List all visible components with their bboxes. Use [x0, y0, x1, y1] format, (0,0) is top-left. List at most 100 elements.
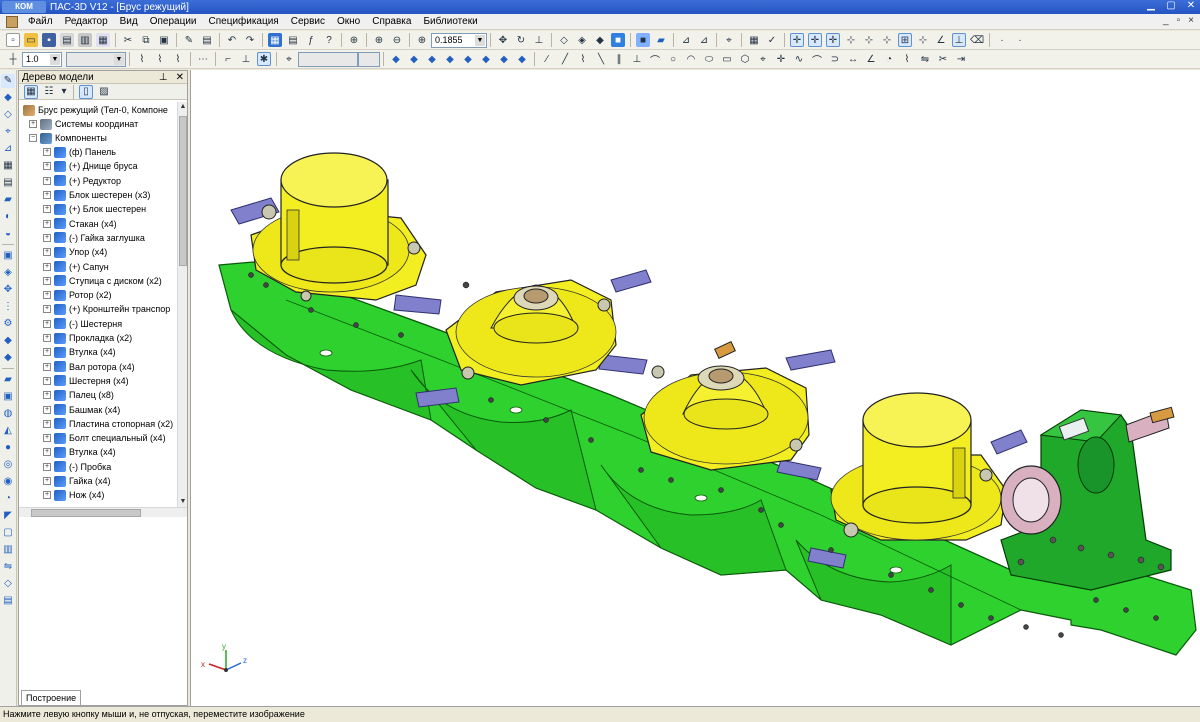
- panel-spec-icon[interactable]: ▦: [1, 159, 15, 173]
- spline-icon[interactable]: ∿: [792, 52, 806, 66]
- snap-toggle-icon[interactable]: ✱: [257, 52, 271, 66]
- tree-item[interactable]: + (-) Пробка: [43, 460, 111, 474]
- snap-mid-icon[interactable]: ✛: [808, 33, 822, 47]
- expand-icon[interactable]: +: [29, 120, 37, 129]
- snap-edge-icon[interactable]: ⊹: [844, 33, 858, 47]
- rotate-icon[interactable]: ↻: [514, 33, 528, 47]
- line-scale-combo[interactable]: 1.0 ▼: [22, 51, 62, 67]
- tangent-icon[interactable]: ⌒: [648, 52, 662, 67]
- snap-center-icon[interactable]: ✛: [826, 33, 840, 47]
- mdi-restore-icon[interactable]: ▫: [1177, 15, 1181, 26]
- variables-icon[interactable]: ▤: [286, 33, 300, 47]
- orientation-icon[interactable]: ⊥: [532, 33, 546, 47]
- tree-item[interactable]: + Гайка (x4): [43, 474, 111, 488]
- section6-icon[interactable]: ◆: [479, 52, 493, 66]
- scroll-up-icon[interactable]: ▲: [178, 102, 188, 112]
- ellipse-icon[interactable]: ⬭: [702, 52, 716, 66]
- zoom-icon[interactable]: ⊕: [415, 33, 429, 47]
- thin-lines-icon[interactable]: ◆: [593, 33, 607, 47]
- expand-icon[interactable]: +: [43, 276, 51, 285]
- expand-icon[interactable]: +: [43, 191, 51, 200]
- panel-aux-icon[interactable]: ◇: [1, 108, 15, 122]
- contour-icon[interactable]: ⌒: [810, 52, 824, 67]
- panel-surface-icon[interactable]: ◐: [1, 210, 15, 224]
- eraser-icon[interactable]: ⌫: [970, 33, 984, 47]
- line-tool-icon[interactable]: ∕: [540, 52, 554, 66]
- filter-icon[interactable]: ⊿: [679, 33, 693, 47]
- expand-icon[interactable]: +: [43, 334, 51, 343]
- tree-root[interactable]: Брус режущий (Тел-0, Компоне: [23, 103, 168, 117]
- menu-libraries[interactable]: Библиотеки: [417, 16, 483, 27]
- scroll-thumb[interactable]: [179, 116, 187, 266]
- tree-item[interactable]: + Прокладка (x2): [43, 331, 132, 345]
- panel-sphere-icon[interactable]: ●: [1, 441, 15, 455]
- tree-item-coord-systems[interactable]: + Системы координат: [29, 117, 138, 131]
- snap-normal-icon[interactable]: ⊥: [952, 33, 966, 47]
- expand-icon[interactable]: +: [43, 162, 51, 171]
- section7-icon[interactable]: ◆: [497, 52, 511, 66]
- expand-icon[interactable]: +: [43, 305, 51, 314]
- aux-line-icon[interactable]: ╲: [594, 52, 608, 66]
- perspective-icon[interactable]: ▰: [654, 33, 668, 47]
- mirror-icon[interactable]: ⇋: [918, 52, 932, 66]
- expand-icon[interactable]: +: [43, 448, 51, 457]
- expand-icon[interactable]: +: [43, 376, 51, 385]
- section-icon[interactable]: ◆: [389, 52, 403, 66]
- panel-standard-icon[interactable]: ⚙: [1, 317, 15, 331]
- tree-item[interactable]: + (+) Сапун: [43, 259, 109, 273]
- local-cs-icon[interactable]: ⌐: [221, 52, 235, 66]
- new-file-icon[interactable]: ▫: [6, 33, 20, 47]
- tree-item[interactable]: + Втулка (x4): [43, 445, 116, 459]
- polyline-tool-icon[interactable]: ⌇: [576, 52, 590, 66]
- panel-mirror-icon[interactable]: ⇋: [1, 560, 15, 574]
- panel-chamfer-icon[interactable]: ◤: [1, 509, 15, 523]
- measure-icon[interactable]: ⌖: [722, 33, 736, 47]
- snap-grid-icon[interactable]: ⊞: [898, 33, 912, 47]
- snap-vertex-icon[interactable]: ⊹: [862, 33, 876, 47]
- menu-file[interactable]: Файл: [22, 16, 59, 27]
- panel-measure-icon[interactable]: ⌖: [1, 125, 15, 139]
- mdi-minimize-icon[interactable]: _: [1163, 15, 1169, 26]
- point-icon[interactable]: ⌖: [756, 52, 770, 66]
- tree-item[interactable]: + (-) Шестерня: [43, 317, 122, 331]
- function-icon[interactable]: ƒ: [304, 33, 318, 47]
- tree-item[interactable]: + (+) Блок шестерен: [43, 202, 146, 216]
- expand-icon[interactable]: +: [43, 205, 51, 214]
- panel-library-icon[interactable]: ▤: [1, 594, 15, 608]
- panel-assembly-icon[interactable]: ▣: [1, 249, 15, 263]
- panel-close-icon[interactable]: ✕: [176, 71, 184, 84]
- snap-point-icon[interactable]: ✛: [790, 33, 804, 47]
- format-icon[interactable]: ▤: [200, 33, 214, 47]
- panel-torus-icon[interactable]: ◎: [1, 458, 15, 472]
- trim-icon[interactable]: ✂: [936, 52, 950, 66]
- scroll-down-icon[interactable]: ▼: [178, 497, 188, 507]
- tree-item[interactable]: + (+) Редуктор: [43, 174, 121, 188]
- zoom-window-icon[interactable]: ⊕: [347, 33, 361, 47]
- save-icon[interactable]: ▪: [42, 33, 56, 47]
- center-icon[interactable]: ✛: [774, 52, 788, 66]
- snap-axis-icon[interactable]: ⊹: [916, 33, 930, 47]
- panel-array-icon[interactable]: ⋮: [1, 300, 15, 314]
- snap-angle-icon[interactable]: ∠: [934, 33, 948, 47]
- zoom-combo[interactable]: 0.1855 ▼: [431, 32, 487, 48]
- tree-item[interactable]: + (ф) Панель: [43, 145, 116, 159]
- circle-icon[interactable]: ○: [666, 52, 680, 66]
- expand-icon[interactable]: +: [43, 462, 51, 471]
- tree-item[interactable]: + Болт специальный (x4): [43, 431, 166, 445]
- parallel-icon[interactable]: ∥: [612, 52, 626, 66]
- dimension-icon[interactable]: ↔: [846, 52, 860, 66]
- rect-icon[interactable]: ▭: [720, 52, 734, 66]
- close-icon[interactable]: ✕: [1184, 0, 1198, 12]
- expand-icon[interactable]: +: [43, 434, 51, 443]
- expand-icon[interactable]: +: [43, 348, 51, 357]
- pan-icon[interactable]: ✥: [496, 33, 510, 47]
- section3-icon[interactable]: ◆: [425, 52, 439, 66]
- tree-item[interactable]: + Упор (x4): [43, 245, 107, 259]
- panel-insert-icon[interactable]: ◆: [1, 334, 15, 348]
- line-style-icon[interactable]: ┼: [6, 52, 20, 66]
- shaded-edges-icon[interactable]: ■: [636, 33, 650, 47]
- panel-sketch-icon[interactable]: ◇: [1, 577, 15, 591]
- expand-icon[interactable]: +: [43, 248, 51, 257]
- model-viewport[interactable]: y x z: [190, 70, 1200, 706]
- print-preview-icon[interactable]: ▤: [60, 33, 74, 47]
